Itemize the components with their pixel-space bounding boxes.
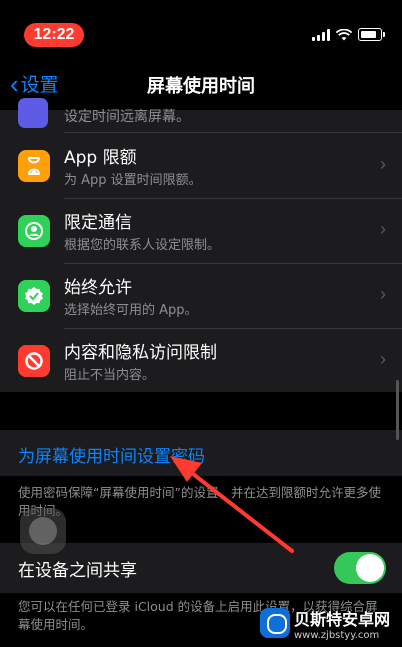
- share-label: 在设备之间共享: [18, 561, 137, 581]
- watermark-url: www.zjbstyy.com: [294, 629, 380, 641]
- chevron-right-icon: ›: [380, 154, 386, 174]
- row-subtitle: 根据您的联系人设定限制。: [64, 238, 221, 253]
- row-title: 限定通信: [64, 213, 132, 233]
- wifi-icon: [336, 28, 352, 40]
- page-title: 屏幕使用时间: [147, 76, 255, 97]
- row-subtitle: 为 App 设置时间限额。: [64, 173, 202, 188]
- chevron-right-icon: ›: [380, 219, 386, 239]
- row-app-limits[interactable]: App 限额 为 App 设置时间限额。 ›: [0, 134, 402, 198]
- person-circle-icon: [18, 215, 50, 247]
- row-subtitle: 选择始终可用的 App。: [64, 303, 198, 318]
- set-passcode-label: 为屏幕使用时间设置密码: [18, 447, 205, 467]
- row-title: App 限额: [64, 148, 137, 168]
- downtime-subtitle: 设定时间远离屏幕。: [64, 109, 190, 125]
- row-always-allowed[interactable]: 始终允许 选择始终可用的 App。 ›: [0, 264, 402, 328]
- passcode-footer: 使用密码保障“屏幕使用时间”的设置，并在达到限额时允许更多使用时间。: [18, 485, 381, 518]
- watermark-title: 贝斯特安卓网: [294, 609, 391, 629]
- prohibited-icon: [18, 345, 50, 377]
- status-icons: [312, 28, 385, 41]
- status-time[interactable]: 12:22: [24, 23, 84, 47]
- navigation-bar: ‹ 设置 屏幕使用时间: [0, 58, 402, 110]
- battery-icon: [358, 28, 385, 41]
- downtime-row-partial[interactable]: 设定时间远离屏幕。: [0, 98, 402, 134]
- row-title: 始终允许: [64, 278, 132, 298]
- hourglass-icon: [18, 150, 50, 182]
- row-content-privacy[interactable]: 内容和隐私访问限制 阻止不当内容。 ›: [0, 329, 402, 393]
- assistive-touch-button[interactable]: [20, 508, 66, 554]
- share-toggle[interactable]: [334, 552, 386, 584]
- status-bar: 12:22: [0, 0, 402, 58]
- watermark: 贝斯特安卓网 www.zjbstyy.com: [260, 603, 398, 643]
- settings-group: 设定时间远离屏幕。 App 限额 为 App 设置时间限额。 › 限定通信 根据…: [0, 98, 402, 393]
- row-subtitle: 阻止不当内容。: [64, 368, 156, 383]
- watermark-logo-icon: [260, 608, 290, 638]
- checkmark-seal-icon: [18, 280, 50, 312]
- set-passcode-button[interactable]: 为屏幕使用时间设置密码: [0, 430, 402, 476]
- cellular-signal-icon: [312, 28, 330, 41]
- row-title: 内容和隐私访问限制: [64, 343, 217, 363]
- downtime-icon: [18, 98, 48, 128]
- chevron-right-icon: ›: [380, 349, 386, 369]
- chevron-right-icon: ›: [380, 284, 386, 304]
- scroll-indicator: [396, 380, 399, 440]
- row-communication-limits[interactable]: 限定通信 根据您的联系人设定限制。 ›: [0, 199, 402, 263]
